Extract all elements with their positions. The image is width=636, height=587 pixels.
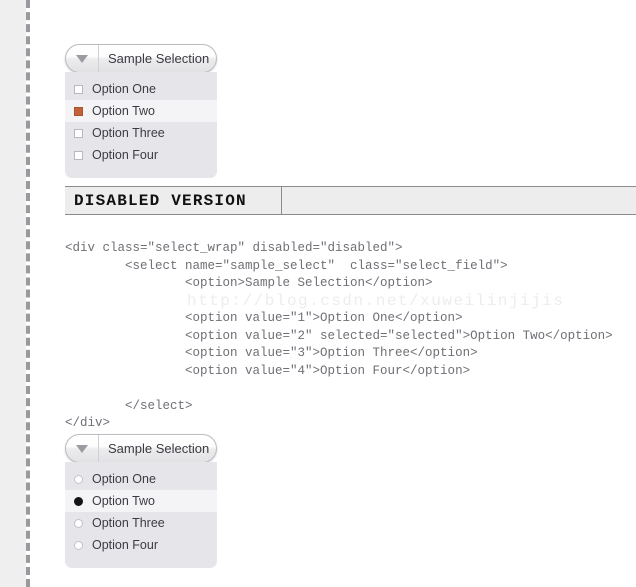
- code-sample-block: <div class="select_wrap" disabled="disab…: [65, 241, 613, 430]
- disabled-version-banner-label: DISABLED VERSION: [74, 191, 247, 210]
- chevron-down-icon[interactable]: [66, 435, 99, 462]
- disabled-select-option-list[interactable]: Option One Option Two Option Three Optio…: [65, 462, 217, 568]
- enabled-select-header-label: Sample Selection: [108, 51, 210, 66]
- checkbox-icon[interactable]: [74, 128, 83, 138]
- chevron-down-icon[interactable]: [66, 45, 99, 72]
- enabled-select-widget[interactable]: Sample Selection Option One Option Two O…: [65, 44, 217, 178]
- enabled-select-option-list[interactable]: Option One Option Two Option Three Optio…: [65, 72, 217, 178]
- list-item[interactable]: Option Two: [65, 490, 217, 512]
- disabled-select-widget[interactable]: Sample Selection Option One Option Two O…: [65, 434, 217, 568]
- disabled-select-header[interactable]: Sample Selection: [65, 434, 217, 463]
- enabled-select-header[interactable]: Sample Selection: [65, 44, 217, 73]
- list-item[interactable]: Option One: [65, 78, 217, 100]
- list-item[interactable]: Option Four: [65, 534, 217, 556]
- list-item-label: Option One: [92, 82, 156, 96]
- list-item-label: Option One: [92, 472, 156, 486]
- list-item-label: Option Two: [92, 104, 156, 118]
- list-item[interactable]: Option One: [65, 468, 217, 490]
- list-item-label: Option Two: [92, 494, 156, 508]
- checkbox-icon[interactable]: [74, 84, 83, 94]
- chevron-down-glyph: [76, 54, 88, 63]
- chevron-down-glyph: [76, 444, 88, 453]
- radio-icon[interactable]: [74, 474, 83, 484]
- list-item-label: Option Three: [92, 126, 165, 140]
- list-item[interactable]: Option Three: [65, 122, 217, 144]
- page-left-gutter: [0, 0, 26, 587]
- page-canvas: Sample Selection Option One Option Two O…: [32, 0, 636, 587]
- list-item[interactable]: Option Three: [65, 512, 217, 534]
- list-item-label: Option Four: [92, 538, 159, 552]
- radio-checked-icon[interactable]: [74, 496, 83, 506]
- checkbox-icon[interactable]: [74, 150, 83, 160]
- dashed-margin-rule: [26, 0, 30, 587]
- disabled-version-banner-cell: DISABLED VERSION: [65, 187, 282, 214]
- checkbox-checked-icon[interactable]: [74, 106, 83, 116]
- disabled-select-header-label: Sample Selection: [108, 441, 210, 456]
- list-item-label: Option Three: [92, 516, 165, 530]
- list-item-label: Option Four: [92, 148, 159, 162]
- list-item[interactable]: Option Four: [65, 144, 217, 166]
- radio-icon[interactable]: [74, 540, 83, 550]
- list-item[interactable]: Option Two: [65, 100, 217, 122]
- radio-icon[interactable]: [74, 518, 83, 528]
- disabled-version-banner: DISABLED VERSION: [65, 186, 636, 215]
